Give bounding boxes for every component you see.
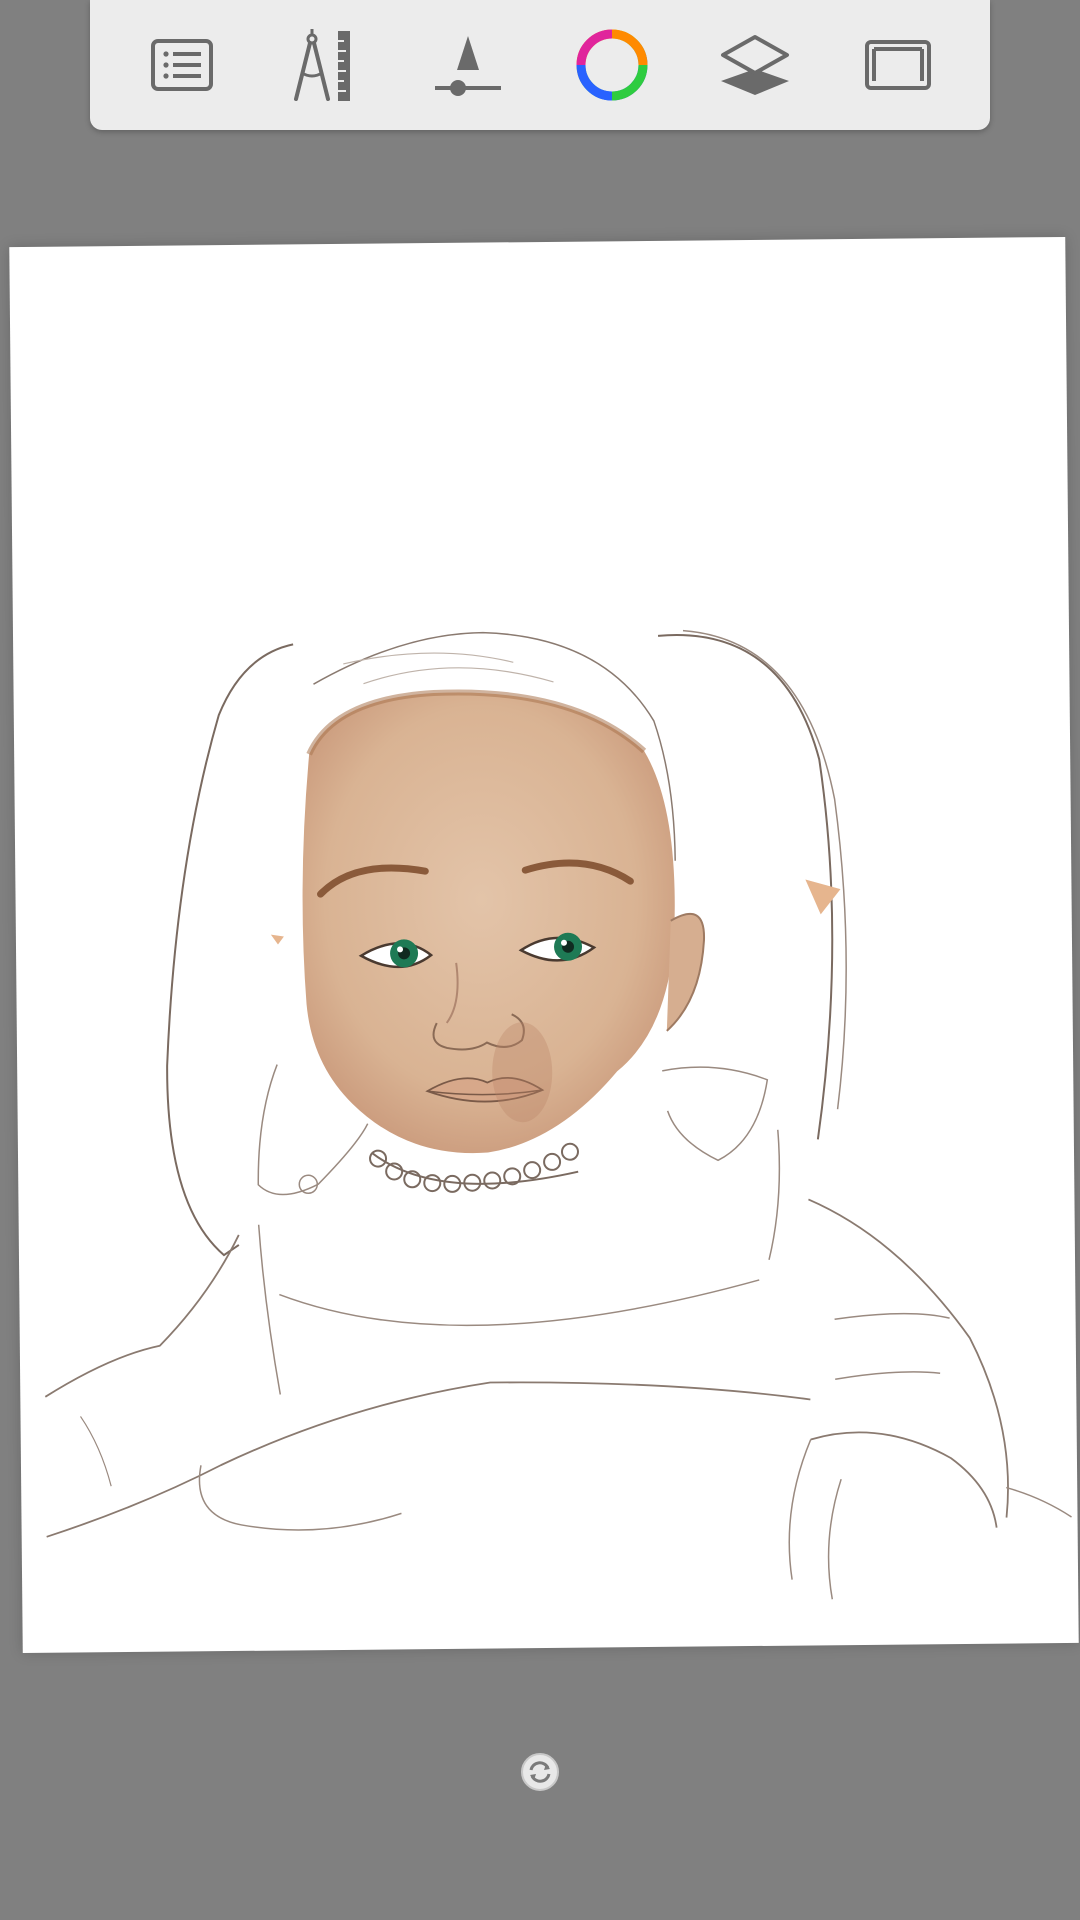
layers-icon bbox=[720, 35, 789, 95]
brush-size-button[interactable] bbox=[423, 20, 513, 110]
artwork-baby-portrait bbox=[44, 629, 1072, 1600]
ruler-compass-icon bbox=[293, 29, 350, 101]
color-picker-button[interactable] bbox=[567, 20, 657, 110]
fullscreen-button[interactable] bbox=[853, 20, 943, 110]
rotate-reset-button[interactable] bbox=[520, 1752, 560, 1792]
color-wheel-icon bbox=[576, 29, 648, 101]
drawing-canvas[interactable] bbox=[9, 236, 1079, 1654]
layers-button[interactable] bbox=[710, 20, 800, 110]
menu-list-icon bbox=[150, 39, 213, 91]
rotate-reset-icon bbox=[521, 1753, 559, 1791]
brush-size-icon bbox=[435, 36, 502, 96]
top-toolbar bbox=[90, 0, 990, 130]
fullscreen-frame-icon bbox=[865, 40, 932, 90]
menu-list-button[interactable] bbox=[137, 20, 227, 110]
canvas-area[interactable] bbox=[9, 236, 1079, 1654]
ruler-tool-button[interactable] bbox=[280, 20, 370, 110]
